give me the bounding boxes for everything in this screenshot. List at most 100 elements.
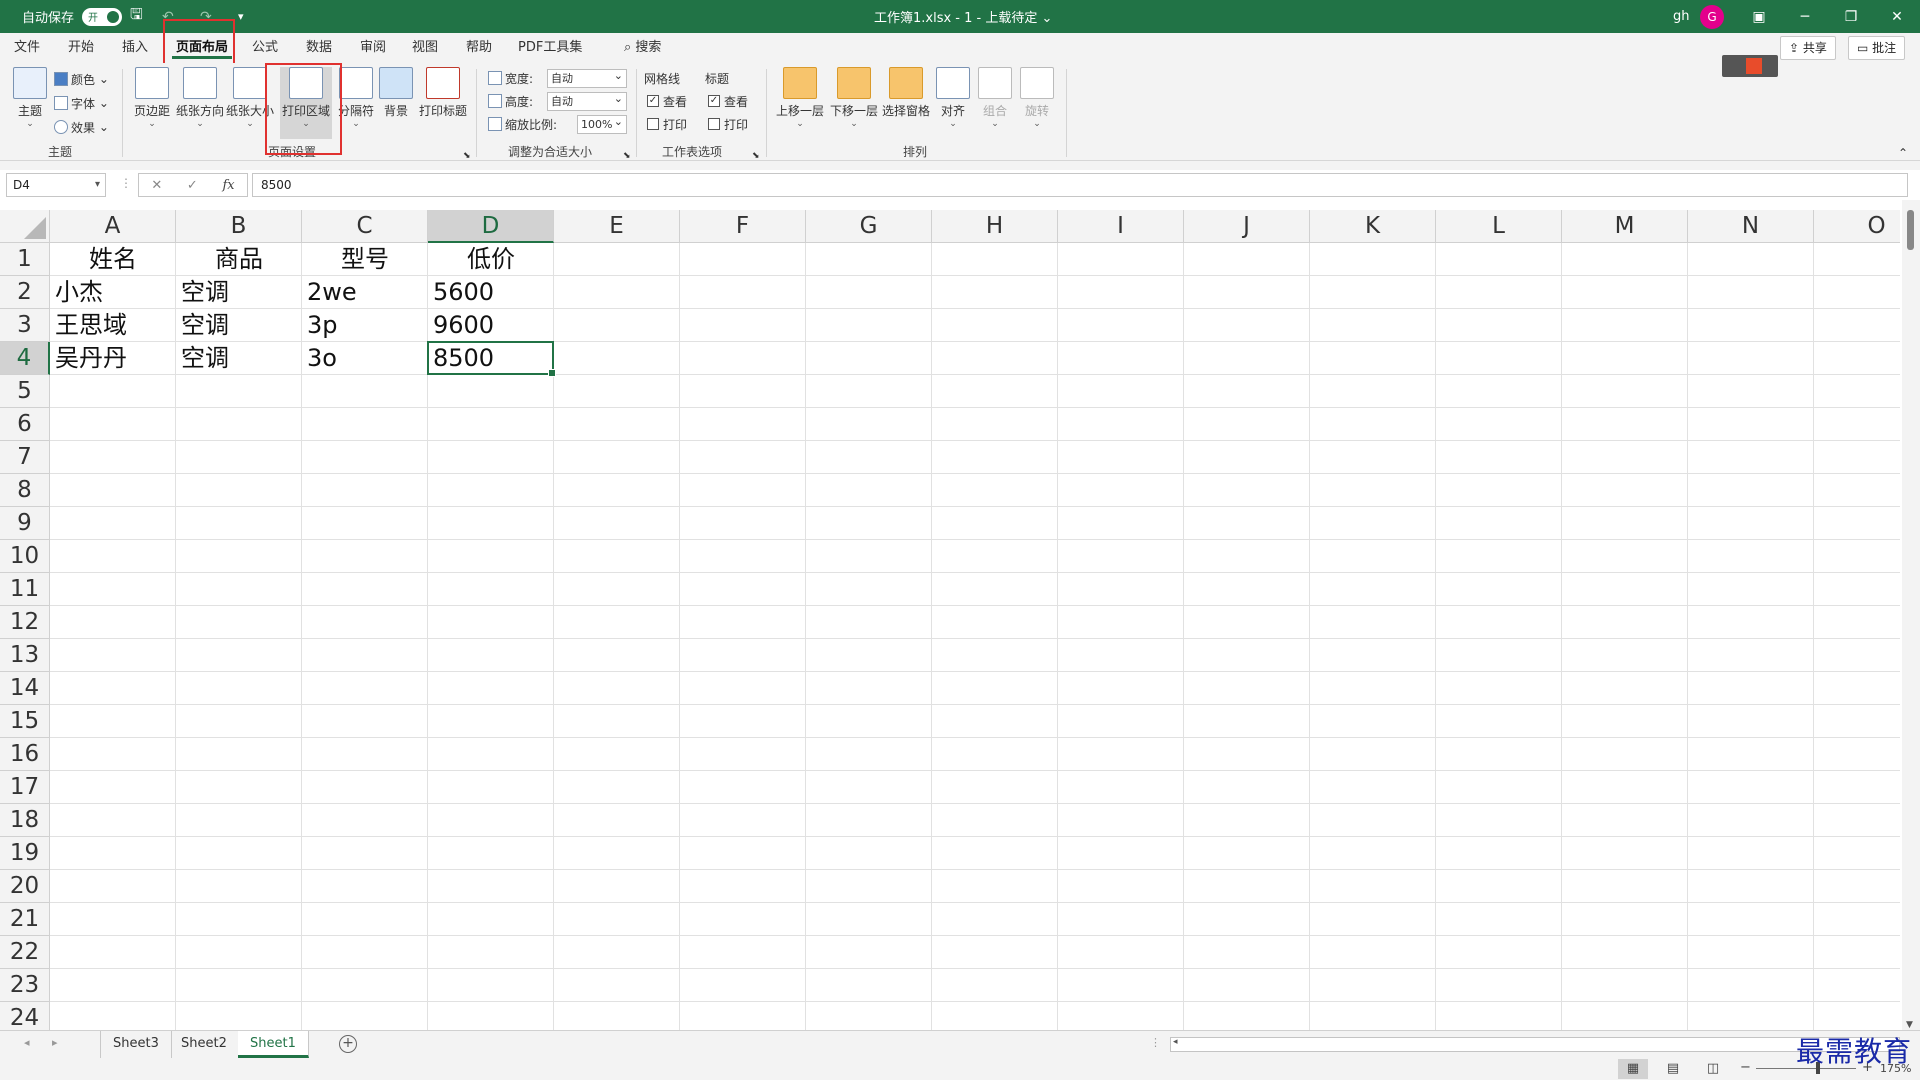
- send-backward-button[interactable]: 下移一层 ⌄: [828, 67, 880, 137]
- row-header[interactable]: 3: [0, 309, 50, 342]
- tab-pdf-tools[interactable]: PDF工具集: [514, 37, 586, 59]
- column-header[interactable]: G: [806, 210, 932, 243]
- column-header[interactable]: I: [1058, 210, 1184, 243]
- height-dropdown[interactable]: 自动: [547, 90, 627, 111]
- column-header[interactable]: K: [1310, 210, 1436, 243]
- insert-function-icon[interactable]: fx: [222, 178, 234, 193]
- column-header[interactable]: B: [176, 210, 302, 243]
- cell-D3[interactable]: 9600: [428, 309, 554, 342]
- cell-B3[interactable]: 空调: [176, 309, 302, 342]
- group-objects-button[interactable]: 组合 ⌄: [972, 67, 1018, 137]
- tab-insert[interactable]: 插入: [118, 37, 152, 59]
- cell-A1[interactable]: 姓名: [50, 243, 176, 276]
- width-dropdown[interactable]: 自动: [547, 67, 627, 88]
- effects-button[interactable]: 效果 ⌄: [54, 117, 109, 137]
- cell-C4[interactable]: 3o: [302, 342, 428, 375]
- row-header[interactable]: 10: [0, 540, 50, 573]
- row-header[interactable]: 20: [0, 870, 50, 903]
- customize-qat-icon[interactable]: ▾: [238, 0, 244, 33]
- cell-B1[interactable]: 商品: [176, 243, 302, 276]
- scroll-down-icon[interactable]: ▼: [1906, 1020, 1913, 1030]
- row-header[interactable]: 14: [0, 672, 50, 705]
- column-header[interactable]: H: [932, 210, 1058, 243]
- row-header[interactable]: 7: [0, 441, 50, 474]
- row-header[interactable]: 11: [0, 573, 50, 606]
- margins-button[interactable]: 页边距 ⌄: [128, 67, 176, 137]
- user-name[interactable]: gh: [1673, 0, 1690, 33]
- save-icon[interactable]: 🖫: [130, 0, 143, 33]
- row-header[interactable]: 12: [0, 606, 50, 639]
- themes-button[interactable]: 主题 ⌄: [6, 67, 54, 137]
- name-box[interactable]: D4: [6, 173, 106, 197]
- tab-review[interactable]: 审阅: [356, 37, 390, 59]
- tab-data[interactable]: 数据: [302, 37, 336, 59]
- row-header[interactable]: 16: [0, 738, 50, 771]
- rotate-button[interactable]: 旋转 ⌄: [1014, 67, 1060, 137]
- next-sheet-icon[interactable]: ▸: [52, 1036, 58, 1049]
- document-title[interactable]: 工作簿1.xlsx - 1 - 上载待定 ⌄: [874, 0, 1052, 33]
- prev-sheet-icon[interactable]: ◂: [24, 1036, 30, 1049]
- selection-pane-button[interactable]: 选择窗格: [880, 67, 932, 137]
- cell-A2[interactable]: 小杰: [50, 276, 176, 309]
- minimize-icon[interactable]: ─: [1782, 0, 1828, 33]
- row-header[interactable]: 5: [0, 375, 50, 408]
- avatar[interactable]: G: [1700, 4, 1724, 29]
- add-sheet-icon[interactable]: +: [339, 1035, 357, 1053]
- comments-button[interactable]: ▭ 批注: [1848, 36, 1906, 60]
- column-header[interactable]: A: [50, 210, 176, 243]
- column-header[interactable]: E: [554, 210, 680, 243]
- cell-B2[interactable]: 空调: [176, 276, 302, 309]
- cell-A3[interactable]: 王思域: [50, 309, 176, 342]
- row-header[interactable]: 21: [0, 903, 50, 936]
- sheet-tab-sheet3[interactable]: Sheet3: [100, 1031, 172, 1058]
- active-cell-border[interactable]: [427, 341, 556, 377]
- column-header[interactable]: N: [1688, 210, 1814, 243]
- splitter-grip-icon[interactable]: ⋮: [1150, 1036, 1161, 1049]
- row-header[interactable]: 22: [0, 936, 50, 969]
- gridlines-view-checkbox[interactable]: ✓ 查看: [647, 91, 687, 111]
- scroll-thumb[interactable]: [1907, 210, 1914, 250]
- vertical-scrollbar[interactable]: ▼: [1902, 200, 1920, 1030]
- normal-view-icon[interactable]: ▦: [1618, 1059, 1648, 1079]
- colors-button[interactable]: 颜色 ⌄: [54, 69, 109, 89]
- headings-print-checkbox[interactable]: 打印: [708, 114, 748, 134]
- zoom-out-icon[interactable]: −: [1740, 1060, 1751, 1075]
- cell-D1[interactable]: 低价: [428, 243, 554, 276]
- row-header[interactable]: 18: [0, 804, 50, 837]
- scale-spinner[interactable]: 100%: [577, 113, 627, 134]
- scroll-left-icon[interactable]: ◂: [1173, 1037, 1178, 1047]
- column-header[interactable]: C: [302, 210, 428, 243]
- row-header[interactable]: 8: [0, 474, 50, 507]
- collapse-ribbon-icon[interactable]: ⌃: [1898, 143, 1908, 163]
- fonts-button[interactable]: 字体 ⌄: [54, 93, 109, 113]
- align-button[interactable]: 对齐 ⌄: [930, 67, 976, 137]
- autosave-toggle[interactable]: 开: [82, 7, 123, 26]
- cell-B4[interactable]: 空调: [176, 342, 302, 375]
- row-header[interactable]: 13: [0, 639, 50, 672]
- row-header[interactable]: 23: [0, 969, 50, 1002]
- column-header[interactable]: O: [1814, 210, 1900, 243]
- column-header[interactable]: F: [680, 210, 806, 243]
- column-header[interactable]: L: [1436, 210, 1562, 243]
- horizontal-scrollbar[interactable]: ◂: [1170, 1037, 1900, 1052]
- row-header[interactable]: 24: [0, 1002, 50, 1030]
- share-button[interactable]: ⇪ 共享: [1780, 36, 1836, 60]
- column-header[interactable]: D: [428, 210, 554, 243]
- column-header[interactable]: M: [1562, 210, 1688, 243]
- row-header[interactable]: 19: [0, 837, 50, 870]
- print-titles-button[interactable]: 打印标题: [418, 67, 468, 137]
- row-header[interactable]: 17: [0, 771, 50, 804]
- sheet-tab-sheet2[interactable]: Sheet2: [169, 1031, 240, 1058]
- cell-C1[interactable]: 型号: [302, 243, 428, 276]
- cell-A4[interactable]: 吴丹丹: [50, 342, 176, 375]
- floating-toolbar-widget[interactable]: [1722, 55, 1778, 77]
- bring-forward-button[interactable]: 上移一层 ⌄: [774, 67, 826, 137]
- restore-icon[interactable]: ❐: [1828, 0, 1874, 33]
- enter-icon[interactable]: ✓: [187, 178, 198, 193]
- background-button[interactable]: 背景: [372, 67, 420, 137]
- cancel-icon[interactable]: ✕: [151, 178, 162, 193]
- tab-view[interactable]: 视图: [408, 37, 442, 59]
- orientation-button[interactable]: 纸张方向 ⌄: [176, 67, 224, 137]
- cell-C3[interactable]: 3p: [302, 309, 428, 342]
- autosave-control[interactable]: 自动保存 开: [22, 0, 123, 33]
